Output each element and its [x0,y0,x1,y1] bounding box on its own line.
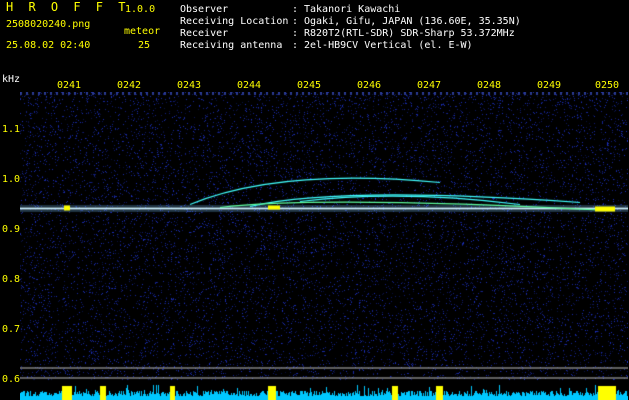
y-tick-label: 0.6 [2,374,21,385]
info-key: Receiving antenna [180,40,283,51]
meteor-count: 25 [138,40,151,51]
info-value: Takanori Kawachi [304,4,401,15]
y-tick-label: 1.1 [2,124,21,135]
x-tick-label: 0246 [357,80,382,91]
y-tick-label: 0.7 [2,324,21,335]
x-tick-label: 0247 [417,80,442,91]
y-axis-unit-label: kHz [2,74,21,85]
x-tick-label: 0245 [297,80,322,91]
x-tick-label: 0249 [537,80,562,91]
y-tick-label: 0.9 [2,224,21,235]
x-tick-label: 0243 [177,80,202,91]
hrofft-screen: H R O F F T 1.0.0 2508020240.png meteor … [0,0,629,400]
x-tick-label: 0248 [477,80,502,91]
timestamp: 25.08.02 02:40 [6,40,91,51]
spectrogram-plot [20,92,628,400]
y-tick-label: 1.0 [2,174,21,185]
info-location: Receiving Location: Ogaki, Gifu, JAPAN (1… [180,16,521,27]
meteor-label: meteor [124,26,161,37]
info-antenna: Receiving antenna:2el-HB9CV Vertical (el… [180,40,473,51]
x-tick-label: 0244 [237,80,262,91]
info-receiver: Receiver: R820T2(RTL-SDR) SDR-Sharp 53.37… [180,28,515,39]
info-observer: Observer: Takanori Kawachi [180,4,401,15]
app-version: 1.0.0 [125,4,156,15]
x-tick-label: 0250 [595,80,620,91]
y-tick-label: 0.8 [2,274,21,285]
info-key: Receiving Location [180,16,289,27]
info-value: R820T2(RTL-SDR) SDR-Sharp 53.372MHz [304,28,515,39]
info-key: Receiver [180,28,229,39]
app-title: H R O F F T [6,0,130,14]
filename: 2508020240.png [6,19,91,30]
info-value: 2el-HB9CV Vertical (el. E-W) [304,40,473,51]
info-value: Ogaki, Gifu, JAPAN (136.60E, 35.35N) [304,16,521,27]
info-key: Observer [180,4,229,15]
spectrogram-canvas [20,92,628,400]
x-tick-label: 0242 [117,80,142,91]
x-tick-label: 0241 [57,80,82,91]
